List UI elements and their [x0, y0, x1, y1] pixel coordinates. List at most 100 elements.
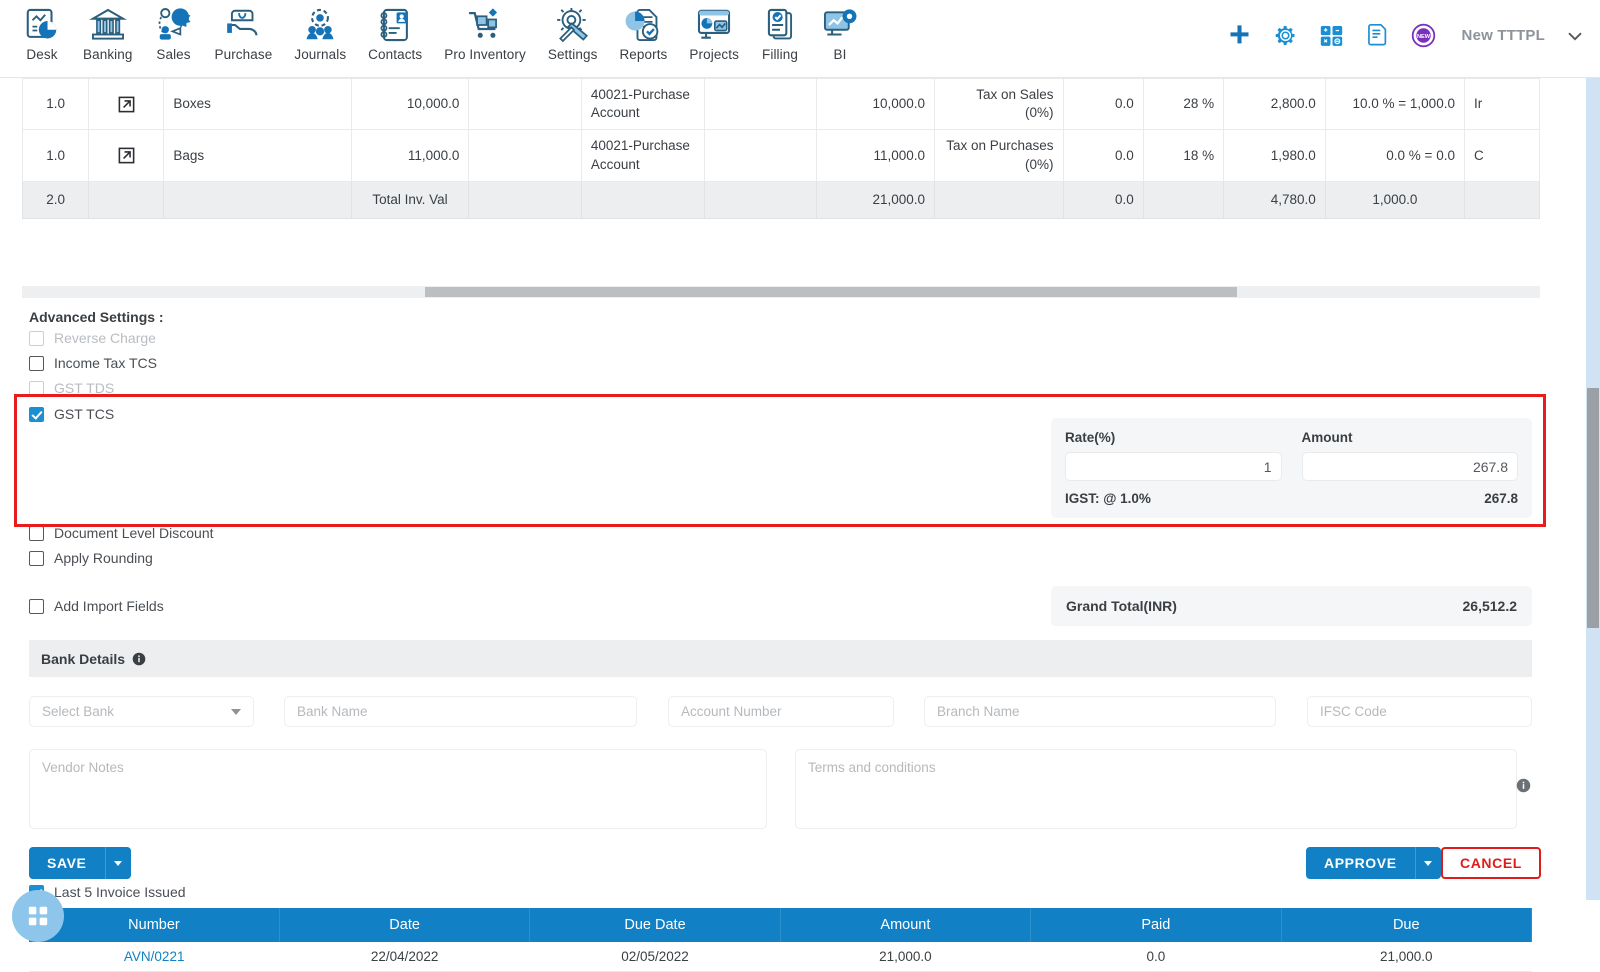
- tcs-rate-group: Rate(%): [1065, 430, 1282, 481]
- nav-item-desk[interactable]: Desk: [12, 0, 72, 62]
- nav-item-pro-inventory[interactable]: Pro Inventory: [433, 0, 537, 62]
- total-label: Total Inv. Val: [350, 180, 470, 220]
- tcs-amount-label: Amount: [1301, 430, 1353, 445]
- total-tax-amount: 4,780.0: [1223, 180, 1326, 220]
- advanced-option-apply-rounding[interactable]: Apply Rounding: [29, 550, 153, 566]
- page-vertical-scrollbar-thumb[interactable]: [1587, 388, 1599, 628]
- organization-name[interactable]: New TTTPL: [1462, 27, 1545, 44]
- grand-total-value: 26,512.2: [1462, 598, 1518, 614]
- page-vertical-scrollbar[interactable]: [1586, 78, 1600, 900]
- total-spacer-6: [934, 180, 1064, 220]
- apps-fab-button[interactable]: [12, 890, 64, 942]
- cell-tax-amount: 1,980.0: [1223, 129, 1326, 182]
- total-spacer-4: [580, 180, 705, 220]
- checkbox[interactable]: [29, 406, 44, 422]
- cell-qty: 1.0: [21, 77, 90, 131]
- invoice-column-header: Paid: [1030, 908, 1282, 942]
- nav-item-reports[interactable]: Reports: [608, 0, 678, 62]
- approve-dropdown-button[interactable]: [1414, 847, 1441, 879]
- account-number-field[interactable]: Account Number: [668, 696, 894, 727]
- cancel-button[interactable]: CANCEL: [1441, 847, 1541, 879]
- nav-item-label: Contacts: [368, 47, 423, 62]
- invoice-paid-cell: 0.0: [1030, 942, 1282, 972]
- nav-item-projects[interactable]: Projects: [678, 0, 750, 62]
- advanced-option-gst-tds[interactable]: GST TDS: [29, 380, 114, 396]
- tcs-amount-input[interactable]: [1301, 452, 1518, 481]
- nav-item-label: BI: [833, 47, 847, 62]
- new-badge-icon[interactable]: NEW: [1410, 22, 1437, 49]
- option-label: GST TCS: [54, 406, 115, 422]
- nav-item-settings[interactable]: Settings: [537, 0, 609, 62]
- line-items-table-wrapper: 1.0 Boxes 10,000.0 40021-Purchase Account 10…: [21, 77, 1541, 220]
- nav-item-label: Pro Inventory: [444, 47, 526, 62]
- tcs-amount-group: Amount: [1301, 430, 1518, 481]
- checkbox[interactable]: [29, 380, 44, 396]
- invoice-number-cell[interactable]: AVN/0221: [29, 942, 280, 972]
- select-bank-dropdown[interactable]: Select Bank: [29, 696, 254, 727]
- items-horizontal-scrollbar-thumb[interactable]: [425, 287, 1237, 297]
- cell-open-item[interactable]: [88, 129, 165, 182]
- vendor-notes-textarea[interactable]: Vendor Notes: [29, 749, 767, 829]
- chevron-down-icon[interactable]: [1564, 25, 1586, 47]
- nav-item-label: Projects: [689, 47, 739, 62]
- info-icon[interactable]: [132, 652, 146, 666]
- external-link-icon[interactable]: [117, 95, 136, 114]
- table-row[interactable]: 1.0 Boxes 10,000.0 40021-Purchase Account 10…: [21, 77, 1541, 131]
- advanced-option-add-import-fields[interactable]: Add Import Fields: [29, 598, 164, 614]
- invoice-row[interactable]: AVN/0221 22/04/2022 02/05/2022 21,000.0 0.0 2…: [29, 942, 1532, 972]
- invoice-date-cell: 22/04/2022: [279, 942, 530, 972]
- advanced-option-reverse-charge[interactable]: Reverse Charge: [29, 330, 156, 346]
- bank-name-placeholder: Bank Name: [297, 704, 368, 719]
- calculator-icon[interactable]: [1318, 22, 1345, 49]
- notes-icon[interactable]: [1364, 22, 1391, 49]
- bank-name-field[interactable]: Bank Name: [284, 696, 637, 727]
- nav-item-filling[interactable]: Filling: [750, 0, 810, 62]
- projects-icon: [698, 9, 731, 39]
- ifsc-code-placeholder: IFSC Code: [1320, 704, 1387, 719]
- nav-item-label: Purchase: [214, 47, 273, 62]
- total-cess: 0.0: [1062, 180, 1144, 220]
- terms-conditions-textarea[interactable]: Terms and conditions: [795, 749, 1517, 829]
- table-row[interactable]: 1.0 Bags 11,000.0 40021-Purchase Account 11,…: [21, 129, 1541, 182]
- add-icon[interactable]: [1226, 22, 1253, 49]
- external-link-icon[interactable]: [117, 146, 136, 165]
- option-label: GST TDS: [54, 380, 115, 396]
- items-horizontal-scrollbar[interactable]: [22, 286, 1540, 298]
- save-button[interactable]: SAVE: [29, 847, 105, 879]
- invoice-column-header: Amount: [780, 908, 1032, 942]
- nav-item-banking[interactable]: Banking: [72, 0, 144, 62]
- nav-item-purchase[interactable]: Purchase: [204, 0, 284, 62]
- settings-icon: [556, 8, 588, 43]
- invoice-number-link[interactable]: AVN/0221: [124, 949, 185, 964]
- approve-button[interactable]: APPROVE: [1306, 847, 1415, 879]
- checkbox[interactable]: [29, 550, 44, 566]
- cell-tax-pct: 28 %: [1142, 77, 1225, 131]
- cell-open-item[interactable]: [88, 77, 165, 131]
- save-dropdown-button[interactable]: [104, 847, 131, 879]
- tcs-rate-input[interactable]: [1065, 452, 1282, 481]
- nav-item-sales[interactable]: Sales: [144, 0, 204, 62]
- checkbox[interactable]: [29, 598, 44, 614]
- advanced-option-income-tax-tcs[interactable]: Income Tax TCS: [29, 355, 157, 371]
- branch-name-field[interactable]: Branch Name: [924, 696, 1276, 727]
- cell-rate: 11,000.0: [350, 129, 470, 182]
- checkbox[interactable]: [29, 355, 44, 371]
- cell-rate: 10,000.0: [350, 77, 470, 131]
- total-spacer-5: [703, 180, 818, 220]
- top-navigation-bar: Desk Banking Sales Purchase Journals Contacts…: [0, 0, 1600, 78]
- chevron-down-icon: [114, 860, 122, 866]
- cell-end: C: [1463, 129, 1541, 182]
- checkbox[interactable]: [29, 330, 44, 346]
- advanced-option-document-level-discount[interactable]: Document Level Discount: [29, 525, 214, 541]
- ifsc-code-field[interactable]: IFSC Code: [1307, 696, 1532, 727]
- nav-item-bi[interactable]: BI: [810, 0, 870, 62]
- invoice-due-date-cell: 02/05/2022: [529, 942, 781, 972]
- advanced-option-gst-tcs[interactable]: GST TCS: [29, 406, 114, 422]
- filling-icon: [767, 8, 793, 40]
- account-number-placeholder: Account Number: [681, 704, 782, 719]
- info-icon[interactable]: [1516, 778, 1531, 793]
- checkbox[interactable]: [29, 525, 44, 541]
- nav-item-journals[interactable]: Journals: [283, 0, 357, 62]
- nav-item-contacts[interactable]: Contacts: [357, 0, 433, 62]
- gear-icon[interactable]: [1272, 22, 1299, 49]
